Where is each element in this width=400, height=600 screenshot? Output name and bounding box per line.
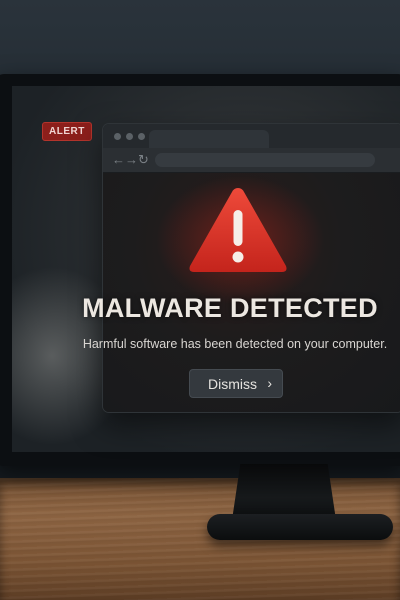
back-arrow-icon[interactable]: ← bbox=[112, 152, 125, 168]
forward-arrow-icon[interactable]: → bbox=[125, 152, 138, 168]
browser-toolbar: ← → ↻ bbox=[103, 148, 400, 173]
malware-headline: MALWARE DETECTED bbox=[82, 293, 378, 323]
chevron-right-icon: › bbox=[267, 375, 272, 391]
monitor-stand-neck bbox=[232, 464, 336, 520]
window-minimize-dot[interactable] bbox=[126, 133, 133, 140]
reload-icon[interactable]: ↻ bbox=[138, 152, 149, 168]
window-maximize-dot[interactable] bbox=[138, 133, 145, 140]
window-close-dot[interactable] bbox=[114, 133, 121, 140]
browser-tab-bar bbox=[103, 124, 400, 148]
browser-tab[interactable] bbox=[149, 130, 269, 148]
dismiss-button[interactable]: Dismiss › bbox=[189, 369, 283, 398]
warning-triangle-icon bbox=[189, 188, 287, 272]
dismiss-label: Dismiss bbox=[208, 376, 257, 392]
monitor-stand-base bbox=[207, 514, 393, 540]
scene: ALERT ← → ↻ MALWARE DETECTED Harmful sof… bbox=[0, 0, 400, 600]
address-bar[interactable] bbox=[155, 153, 375, 167]
malware-message: Harmful software has been detected on yo… bbox=[82, 337, 388, 351]
alert-badge: ALERT bbox=[42, 122, 92, 141]
